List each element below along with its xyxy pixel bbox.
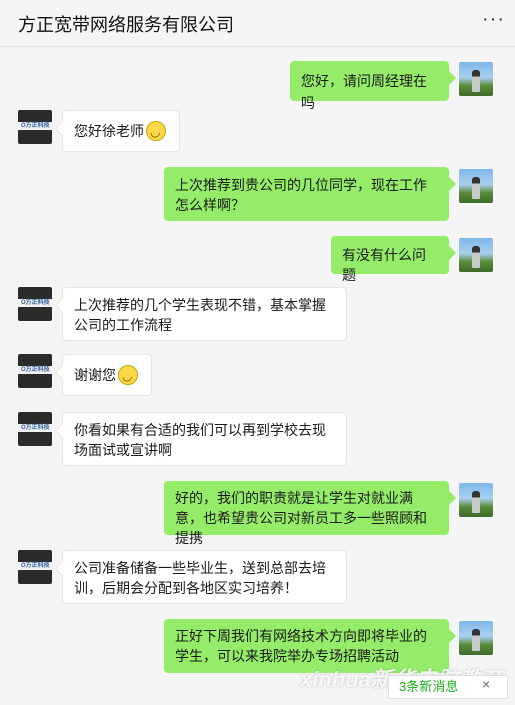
message-bubble[interactable]: 您好，请问周经理在吗 <box>290 61 449 111</box>
user-avatar[interactable] <box>459 62 493 96</box>
smile-emoji-icon <box>118 365 138 387</box>
chat-title: 方正宽带网络服务有限公司 <box>18 15 234 35</box>
message-text: 您好徐老师 <box>74 123 144 139</box>
company-avatar[interactable]: O方正科技 <box>18 550 52 584</box>
message-bubble[interactable]: 你看如果有合适的我们可以再到学校去现场面试或宣讲啊 <box>62 412 347 466</box>
close-icon[interactable]: × <box>482 676 490 692</box>
message-text: 正好下周我们有网络技术方向即将毕业的学生，可以来我院举办专场招聘活动 <box>175 628 427 664</box>
message-bubble[interactable]: 正好下周我们有网络技术方向即将毕业的学生，可以来我院举办专场招聘活动 <box>164 619 449 673</box>
user-avatar[interactable] <box>459 169 493 203</box>
company-logo-text: O方正科技 <box>21 425 50 431</box>
company-avatar[interactable]: O方正科技 <box>18 412 52 446</box>
message-text: 有没有什么问题 <box>342 247 426 283</box>
smile-emoji-icon <box>146 121 166 143</box>
message-text: 公司准备储备一些毕业生，送到总部去培训，后期会分配到各地区实习培养！ <box>74 560 326 596</box>
company-avatar[interactable]: O方正科技 <box>18 110 52 144</box>
message-bubble[interactable]: 上次推荐的几个学生表现不错，基本掌握公司的工作流程 <box>62 287 347 341</box>
new-messages-label: 3条新消息 <box>399 679 459 694</box>
message-bubble[interactable]: 公司准备储备一些毕业生，送到总部去培训，后期会分配到各地区实习培养！ <box>62 550 347 604</box>
company-logo-text: O方正科技 <box>21 123 50 129</box>
user-avatar[interactable] <box>459 238 493 272</box>
message-bubble[interactable]: 您好徐老师 <box>62 110 180 152</box>
message-text: 谢谢您 <box>74 367 116 383</box>
message-bubble[interactable]: 有没有什么问题 <box>331 236 449 283</box>
user-avatar[interactable] <box>459 483 493 517</box>
message-text: 好的，我们的职责就是让学生对就业满意，也希望贵公司对新员工多一些照顾和提携 <box>175 490 427 546</box>
more-options-icon[interactable]: ··· <box>482 8 505 31</box>
user-avatar[interactable] <box>459 621 493 655</box>
message-bubble[interactable]: 上次推荐到贵公司的几位同学，现在工作怎么样啊？ <box>164 167 449 221</box>
message-bubble[interactable]: 谢谢您 <box>62 354 152 396</box>
message-text: 你看如果有合适的我们可以再到学校去现场面试或宣讲啊 <box>74 422 326 458</box>
message-bubble[interactable]: 好的，我们的职责就是让学生对就业满意，也希望贵公司对新员工多一些照顾和提携 <box>164 481 449 546</box>
company-avatar[interactable]: O方正科技 <box>18 287 52 321</box>
company-avatar[interactable]: O方正科技 <box>18 354 52 388</box>
message-text: 上次推荐的几个学生表现不错，基本掌握公司的工作流程 <box>74 297 326 333</box>
message-text: 您好，请问周经理在吗 <box>301 73 427 111</box>
company-logo-text: O方正科技 <box>21 367 50 373</box>
chat-area[interactable]: 您好，请问周经理在吗 O方正科技 您好徐老师 上次推荐到贵公司的几位同学，现在工… <box>0 47 515 705</box>
chat-header: 方正宽带网络服务有限公司 ··· <box>0 0 515 47</box>
company-logo-text: O方正科技 <box>21 563 50 569</box>
company-logo-text: O方正科技 <box>21 300 50 306</box>
message-text: 上次推荐到贵公司的几位同学，现在工作怎么样啊？ <box>175 177 427 213</box>
